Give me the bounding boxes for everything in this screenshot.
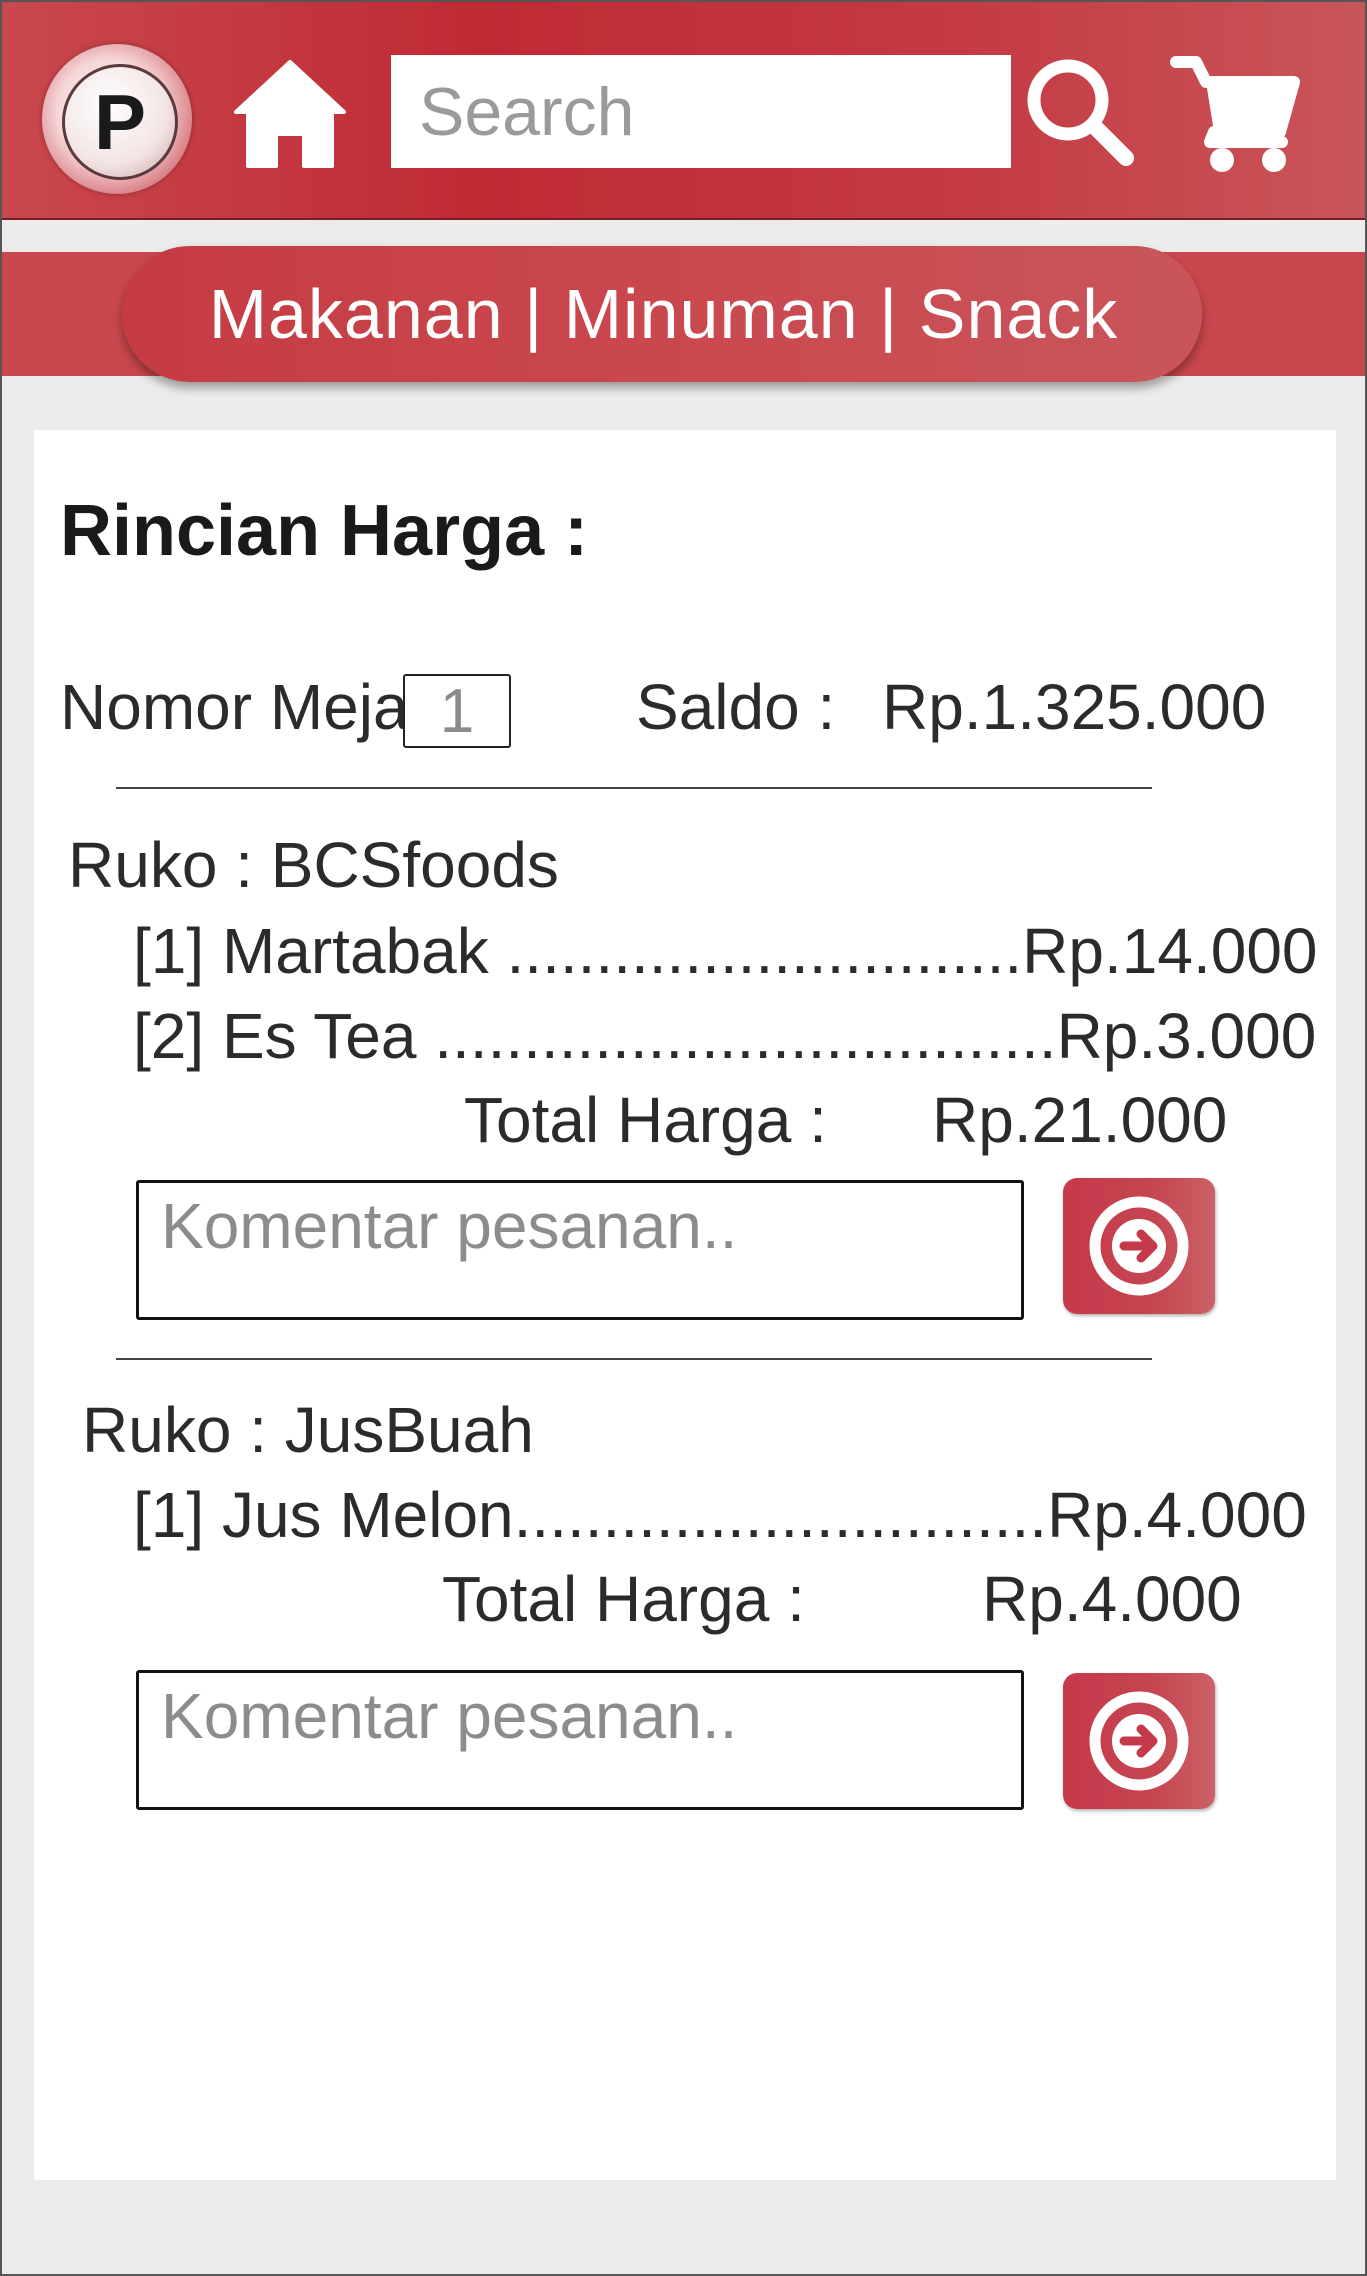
order-item: [1] Martabak ...........................… — [133, 915, 1318, 987]
divider — [116, 1358, 1152, 1360]
send-comment-button[interactable] — [1063, 1178, 1215, 1314]
search-input[interactable] — [391, 55, 1011, 168]
total-price-label: Total Harga : — [442, 1563, 805, 1635]
category-separator: | — [503, 275, 564, 353]
send-comment-button[interactable] — [1063, 1673, 1215, 1809]
balance-value: Rp.1.325.000 — [882, 671, 1267, 743]
category-makanan[interactable]: Makanan — [209, 274, 504, 354]
top-header: P — [2, 2, 1365, 220]
category-separator: | — [858, 275, 919, 353]
total-price-value: Rp.4.000 — [982, 1563, 1242, 1635]
store-label: Ruko : BCSfoods — [68, 829, 559, 901]
cart-icon[interactable] — [1170, 50, 1302, 176]
category-minuman[interactable]: Minuman — [564, 274, 859, 354]
order-comment-input[interactable] — [136, 1670, 1024, 1810]
table-number-field[interactable] — [403, 674, 511, 748]
search-icon[interactable] — [1022, 54, 1137, 169]
category-bar: Makanan | Minuman | Snack — [2, 246, 1365, 382]
store-label: Ruko : JusBuah — [82, 1394, 534, 1466]
logo-letter: P — [93, 78, 147, 166]
balance-label: Saldo : — [636, 671, 836, 743]
order-item: [1] Jus Melon...........................… — [133, 1479, 1307, 1551]
page-title: Rincian Harga : — [60, 491, 589, 571]
arrow-right-circle-icon — [1089, 1196, 1189, 1296]
table-number-label: Nomor Meja — [60, 671, 409, 743]
total-price-label: Total Harga : — [464, 1084, 827, 1156]
home-icon[interactable] — [230, 54, 350, 174]
total-price-value: Rp.21.000 — [932, 1084, 1228, 1156]
category-snack[interactable]: Snack — [919, 274, 1119, 354]
logo-badge: P — [62, 64, 178, 180]
divider — [116, 787, 1152, 789]
order-item: [2] Es Tea .............................… — [133, 1000, 1317, 1072]
order-comment-input[interactable] — [136, 1180, 1024, 1320]
arrow-right-circle-icon — [1089, 1691, 1189, 1791]
category-nav: Makanan | Minuman | Snack — [2, 252, 1325, 376]
app-logo-icon[interactable]: P — [42, 44, 192, 194]
